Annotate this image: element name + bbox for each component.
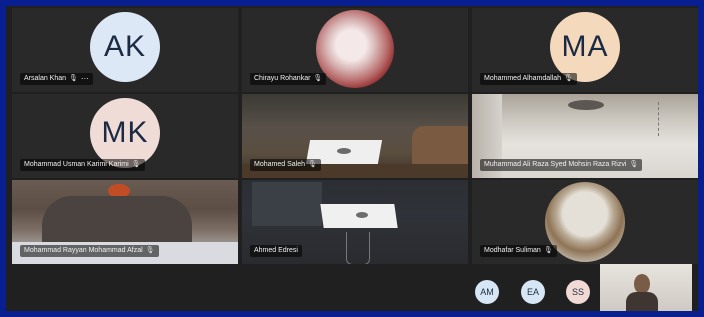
avatar: MA <box>550 12 620 82</box>
participant-name-tag: Mohamed Saleh 🎙︎ <box>250 159 321 171</box>
mic-muted-icon: 🎙︎ <box>543 247 553 254</box>
participant-name-tag: Mohammad Rayyan Mohammad Afzal 🎙︎ <box>20 245 159 257</box>
mic-muted-icon: 🎙︎ <box>629 161 639 168</box>
participant-name: Mohammed Alhamdallah <box>484 75 562 82</box>
mic-muted-icon: 🎙︎ <box>145 247 155 254</box>
participant-tile[interactable]: Ahmed Edresi <box>242 180 468 264</box>
meeting-grid: AK Arsalan Khan 🎙︎ ⋯ Chirayu Rohankar 🎙︎… <box>6 6 698 311</box>
avatar: AK <box>90 12 160 82</box>
participant-tile[interactable]: Mohamed Saleh 🎙︎ <box>242 94 468 178</box>
overflow-avatar[interactable]: EA <box>521 280 545 304</box>
participant-tile[interactable]: Modhafar Suliman 🎙︎ <box>472 180 698 264</box>
more-options-icon[interactable]: ⋯ <box>81 73 89 85</box>
participant-name-tag: Chirayu Rohankar 🎙︎ <box>250 73 327 85</box>
participant-tile[interactable]: Chirayu Rohankar 🎙︎ <box>242 8 468 92</box>
mic-muted-icon: 🎙︎ <box>313 75 323 82</box>
participant-name: Mohamed Saleh <box>254 161 305 168</box>
participant-tile[interactable]: MK Mohammad Usman Karimi Karimi 🎙︎ <box>12 94 238 178</box>
avatar <box>316 10 394 88</box>
participant-tile[interactable]: AK Arsalan Khan 🎙︎ ⋯ <box>12 8 238 92</box>
participant-name: Muhammad Ali Raza Syed Mohsin Raza Rizvi <box>484 161 627 168</box>
overflow-avatar[interactable]: SS <box>566 280 590 304</box>
participant-name: Mohammad Rayyan Mohammad Afzal <box>24 247 143 254</box>
participant-name: Mohammad Usman Karimi Karimi <box>24 161 129 168</box>
avatar <box>545 182 625 262</box>
participant-name: Modhafar Suliman <box>484 247 541 254</box>
participant-tile[interactable]: MA Mohammed Alhamdallah 🎙︎ <box>472 8 698 92</box>
participant-name: Arsalan Khan <box>24 75 67 82</box>
mic-muted-icon: 🎙︎ <box>307 161 317 168</box>
participant-name-tag: Mohammad Usman Karimi Karimi 🎙︎ <box>20 159 145 171</box>
participant-name-tag: Ahmed Edresi <box>250 245 302 257</box>
mic-muted-icon: 🎙︎ <box>69 75 78 82</box>
participant-name: Chirayu Rohankar <box>254 75 311 82</box>
participant-name-tag: Modhafar Suliman 🎙︎ <box>480 245 557 257</box>
mic-muted-icon: 🎙︎ <box>564 75 573 82</box>
self-view[interactable] <box>600 264 692 311</box>
participant-tile[interactable]: Muhammad Ali Raza Syed Mohsin Raza Rizvi… <box>472 94 698 178</box>
participant-tile[interactable]: Mohammad Rayyan Mohammad Afzal 🎙︎ <box>12 180 238 264</box>
participant-name: Ahmed Edresi <box>254 247 298 254</box>
avatar: MK <box>90 98 160 168</box>
mic-muted-icon: 🎙︎ <box>131 161 141 168</box>
participant-name-tag: Arsalan Khan 🎙︎ ⋯ <box>20 73 93 85</box>
overflow-avatar[interactable]: AM <box>475 280 499 304</box>
participant-name-tag: Muhammad Ali Raza Syed Mohsin Raza Rizvi… <box>480 159 643 171</box>
participant-name-tag: Mohammed Alhamdallah 🎙︎ <box>480 73 577 85</box>
